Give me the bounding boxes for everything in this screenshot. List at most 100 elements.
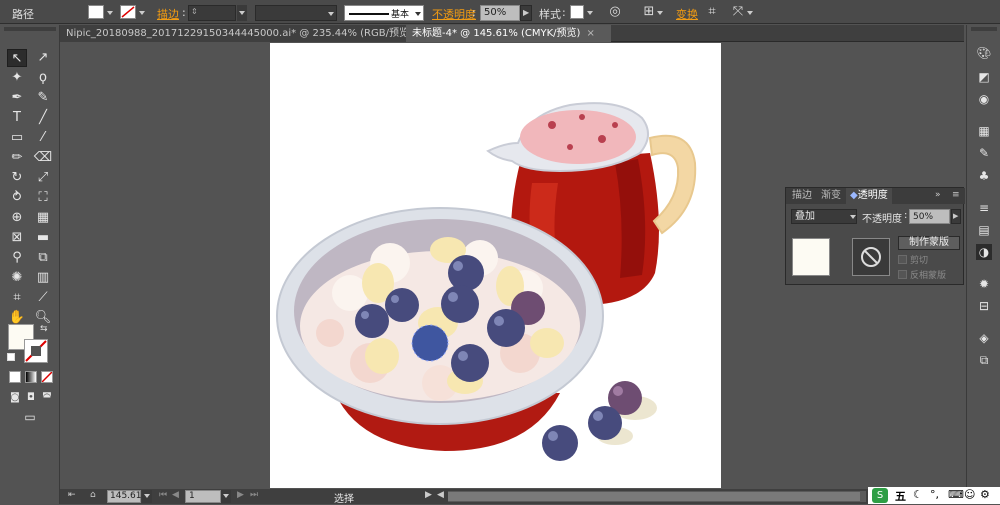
- toolbar-grip[interactable]: [4, 27, 56, 31]
- recolor-icon[interactable]: ◎: [607, 4, 623, 20]
- print-tiling-icon[interactable]: ⌂: [90, 490, 96, 500]
- variable-width-dropdown[interactable]: [255, 5, 337, 21]
- warp-tool-icon[interactable]: ⥁: [7, 189, 27, 207]
- isolate-icon[interactable]: ⌗: [704, 4, 720, 20]
- tab-gradient[interactable]: 渐变: [817, 188, 845, 204]
- close-icon[interactable]: ×: [586, 28, 594, 39]
- invert-mask-checkbox[interactable]: [898, 270, 907, 279]
- punctuation-icon[interactable]: °,: [930, 488, 939, 501]
- align-panel-icon[interactable]: ⊟: [976, 298, 992, 314]
- panel-collapse-icon[interactable]: »: [935, 190, 941, 200]
- artboard-nav-icon[interactable]: ⇤: [68, 490, 76, 500]
- current-tool-status[interactable]: 选择: [334, 490, 354, 505]
- make-mask-button[interactable]: 制作蒙版: [898, 236, 960, 250]
- zoom-input[interactable]: 145.61: [107, 490, 142, 503]
- align-icon[interactable]: ⊞: [641, 4, 657, 20]
- gradient-tool-icon[interactable]: ▬: [33, 229, 53, 247]
- fill-swatch[interactable]: [88, 5, 104, 19]
- stroke-weight-field[interactable]: ⇕: [188, 5, 236, 21]
- scroll-left-icon[interactable]: ◀: [437, 490, 444, 500]
- artboard[interactable]: [270, 43, 721, 488]
- panel-opacity-input[interactable]: 50%: [909, 209, 950, 224]
- color-mode-icon[interactable]: [9, 371, 21, 383]
- slice-tool-icon[interactable]: ⟋: [33, 289, 53, 307]
- keyboard-icon[interactable]: ⌨: [948, 488, 964, 501]
- horizontal-scrollbar[interactable]: [448, 491, 866, 502]
- transform-label[interactable]: 变换: [676, 6, 698, 22]
- default-colors-icon[interactable]: [7, 353, 15, 361]
- fill-dropdown-icon[interactable]: [107, 11, 113, 15]
- selection-tool-icon[interactable]: ↖: [7, 49, 27, 67]
- stroke-label[interactable]: 描边: [157, 6, 179, 22]
- eraser-tool-icon[interactable]: ⌫: [33, 149, 53, 167]
- type-tool-icon[interactable]: T: [7, 109, 27, 127]
- eyedropper-tool-icon[interactable]: ⚲: [7, 249, 27, 267]
- stroke-color-swatch[interactable]: [24, 339, 48, 363]
- object-thumbnail[interactable]: [792, 238, 830, 276]
- blend-tool-icon[interactable]: ⧉: [33, 249, 53, 267]
- style-dropdown-icon[interactable]: [587, 11, 593, 15]
- tab-nipic[interactable]: Nipic_20180988_20171229150344445000.ai* …: [60, 25, 427, 42]
- opacity-label[interactable]: 不透明度: [432, 6, 476, 22]
- settings-icon[interactable]: ⚙: [980, 488, 990, 501]
- tab-transparency[interactable]: ◆透明度: [846, 188, 892, 204]
- draw-inside-icon[interactable]: ◚: [37, 389, 57, 407]
- transform-options-icon[interactable]: ⤧: [730, 4, 746, 20]
- scrollbar-thumb[interactable]: [448, 492, 860, 501]
- appearance-icon[interactable]: ◉: [976, 91, 992, 107]
- free-transform-tool-icon[interactable]: ⛶: [33, 189, 53, 207]
- stroke-dropdown-icon[interactable]: [139, 11, 145, 15]
- stepper-icon[interactable]: ⇕: [191, 7, 198, 16]
- panel-menu-icon[interactable]: ≡: [952, 190, 960, 200]
- status-menu-icon[interactable]: ▶: [425, 490, 432, 500]
- paintbrush-tool-icon[interactable]: ⁄: [33, 129, 53, 147]
- swap-colors-icon[interactable]: ⇆: [40, 324, 48, 334]
- screen-mode-icon[interactable]: ▭: [20, 408, 40, 426]
- dock-grip[interactable]: [971, 27, 997, 31]
- last-artboard-icon[interactable]: ⏭: [250, 490, 258, 500]
- artboard-number-input[interactable]: 1: [185, 490, 221, 503]
- column-graph-tool-icon[interactable]: ▥: [33, 269, 53, 287]
- pencil-tool-icon[interactable]: ✏: [7, 149, 27, 167]
- swatches-icon[interactable]: ▦: [976, 123, 992, 139]
- shape-builder-tool-icon[interactable]: ⊕: [7, 209, 27, 227]
- rotate-tool-icon[interactable]: ↻: [7, 169, 27, 187]
- lasso-tool-icon[interactable]: ϙ: [33, 69, 53, 87]
- direct-selection-tool-icon[interactable]: ↗: [33, 49, 53, 67]
- user-icon[interactable]: ☺: [964, 488, 975, 501]
- tab-stroke[interactable]: 描边: [788, 188, 816, 204]
- stroke-profile-dropdown[interactable]: 基本: [344, 5, 424, 21]
- rectangle-tool-icon[interactable]: ▭: [7, 129, 27, 147]
- tab-untitled-4[interactable]: 未标题-4* @ 145.61% (CMYK/预览) ×: [406, 25, 611, 42]
- clip-checkbox[interactable]: [898, 255, 907, 264]
- symbols-icon[interactable]: ♣: [976, 168, 992, 184]
- symbol-sprayer-tool-icon[interactable]: ✺: [7, 269, 27, 287]
- pen-tool-icon[interactable]: ✒: [7, 89, 27, 107]
- brushes-icon[interactable]: ✎: [976, 145, 992, 161]
- artboards-icon[interactable]: ⧉: [976, 352, 992, 368]
- ime-mode[interactable]: 五: [895, 488, 906, 504]
- blend-mode-dropdown[interactable]: 叠加: [791, 209, 857, 224]
- perspective-grid-tool-icon[interactable]: ▦: [33, 209, 53, 227]
- gradient-mode-icon[interactable]: [25, 371, 37, 383]
- magic-wand-tool-icon[interactable]: ✦: [7, 69, 27, 87]
- transparency-panel-icon[interactable]: ◑: [976, 244, 992, 260]
- illustration[interactable]: [270, 43, 721, 488]
- ime-logo-icon[interactable]: S: [872, 488, 888, 503]
- none-mode-icon[interactable]: [41, 371, 53, 383]
- opacity-input[interactable]: 50%: [480, 5, 520, 21]
- layers-icon[interactable]: ◈: [976, 330, 992, 346]
- prev-artboard-icon[interactable]: ◀: [172, 490, 179, 500]
- scale-tool-icon[interactable]: ⤢: [33, 169, 53, 187]
- curvature-tool-icon[interactable]: ✎: [33, 89, 53, 107]
- mask-thumbnail[interactable]: [852, 238, 890, 276]
- artboard-tool-icon[interactable]: ⌗: [7, 289, 27, 307]
- first-artboard-icon[interactable]: ⏮: [159, 490, 167, 500]
- stroke-panel-icon[interactable]: ≡: [976, 200, 992, 216]
- next-artboard-icon[interactable]: ▶: [237, 490, 244, 500]
- graphic-styles-icon[interactable]: ✹: [976, 276, 992, 292]
- graphic-style-swatch[interactable]: [570, 5, 584, 19]
- mesh-tool-icon[interactable]: ⊠: [7, 229, 27, 247]
- color-guide-icon[interactable]: ◩: [976, 69, 992, 85]
- color-panel-icon[interactable]: 🎨︎: [976, 45, 992, 61]
